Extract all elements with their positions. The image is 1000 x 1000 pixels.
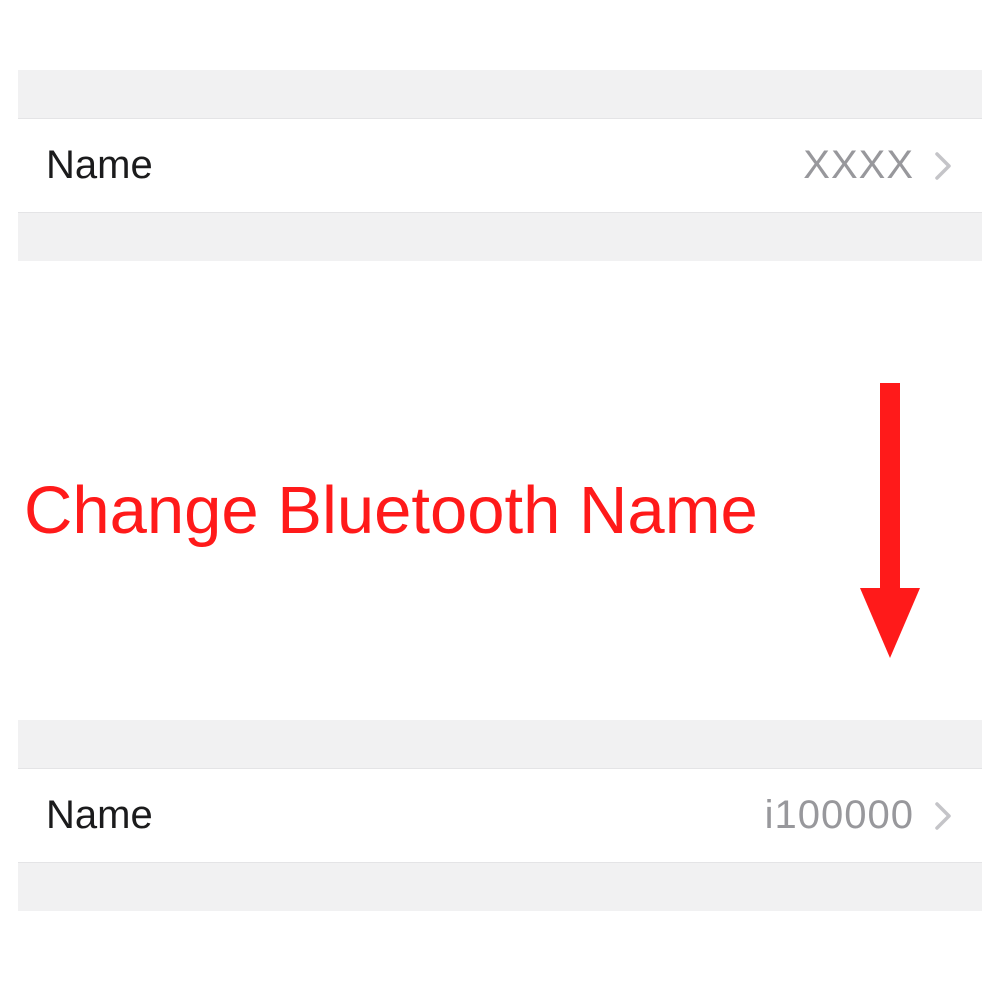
name-row-label: Name — [46, 793, 153, 838]
settings-group-before: Name XXXX — [18, 70, 982, 261]
chevron-right-icon — [932, 148, 954, 184]
section-gap-bottom — [18, 213, 982, 261]
annotation-caption: Change Bluetooth Name — [24, 472, 758, 549]
name-row-label: Name — [46, 143, 153, 188]
name-row-before[interactable]: Name XXXX — [18, 118, 982, 213]
arrow-down-icon — [855, 383, 925, 663]
name-row-after[interactable]: Name i100000 — [18, 768, 982, 863]
chevron-right-icon — [932, 798, 954, 834]
section-gap-top — [18, 70, 982, 118]
section-gap-bottom — [18, 863, 982, 911]
name-row-value: i100000 — [765, 793, 914, 838]
settings-group-after: Name i100000 — [18, 720, 982, 911]
name-row-value: XXXX — [803, 143, 914, 188]
section-gap-top — [18, 720, 982, 768]
